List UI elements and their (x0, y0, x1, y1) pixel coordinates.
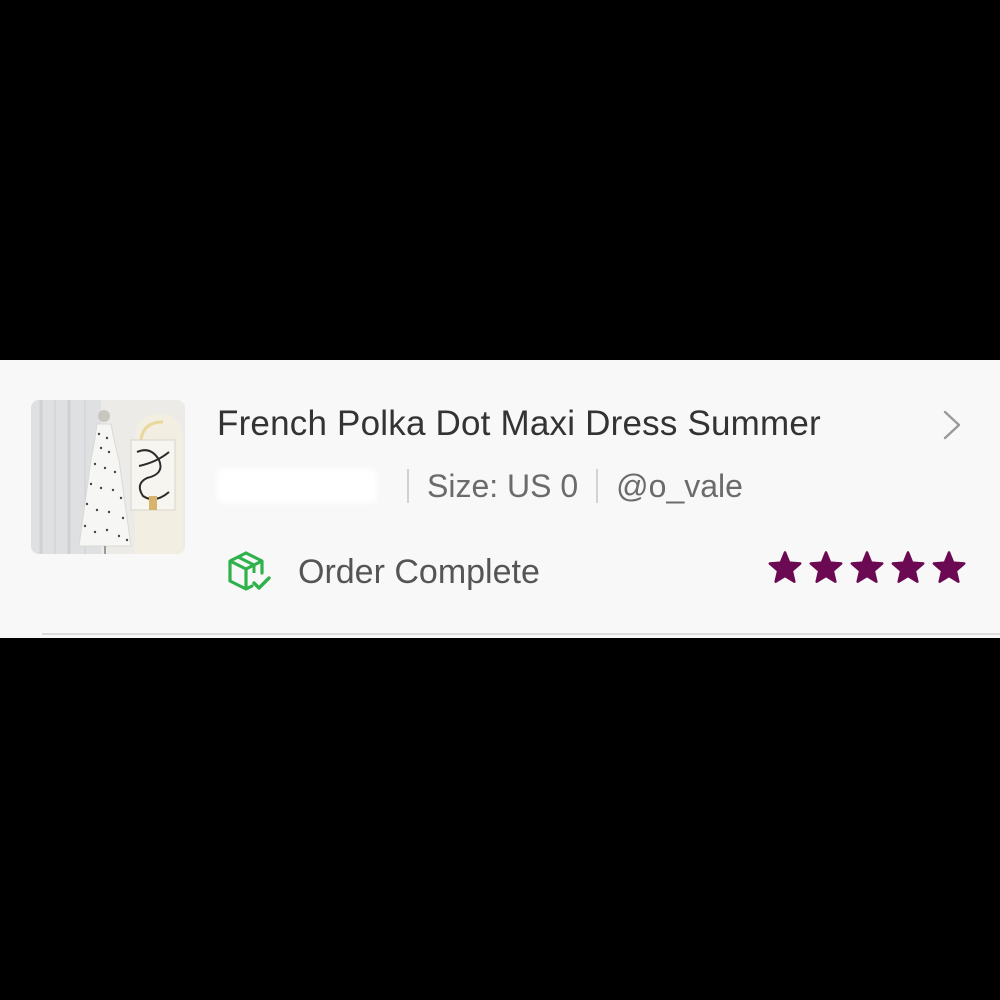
star-icon (848, 549, 886, 587)
order-status: Order Complete (226, 548, 540, 596)
order-meta: Size: US 0 @o_vale (217, 464, 743, 508)
size-label: Size: US 0 (427, 467, 579, 504)
order-card[interactable]: French Polka Dot Maxi Dress Summer Size:… (0, 360, 1000, 638)
redacted-brand (217, 469, 377, 503)
rating-stars (766, 549, 968, 587)
package-check-icon (226, 549, 272, 595)
meta-divider (407, 469, 409, 503)
seller-username[interactable]: @o_vale (616, 468, 743, 505)
star-icon (930, 549, 968, 587)
product-thumbnail[interactable] (31, 400, 185, 554)
star-icon (766, 549, 804, 587)
star-icon (807, 549, 845, 587)
divider (42, 633, 1000, 635)
star-icon (889, 549, 927, 587)
meta-divider (596, 469, 599, 503)
product-title[interactable]: French Polka Dot Maxi Dress Summer (217, 404, 821, 444)
status-label: Order Complete (298, 552, 540, 591)
chevron-right-icon[interactable] (937, 408, 965, 442)
dress-photo (31, 400, 185, 554)
